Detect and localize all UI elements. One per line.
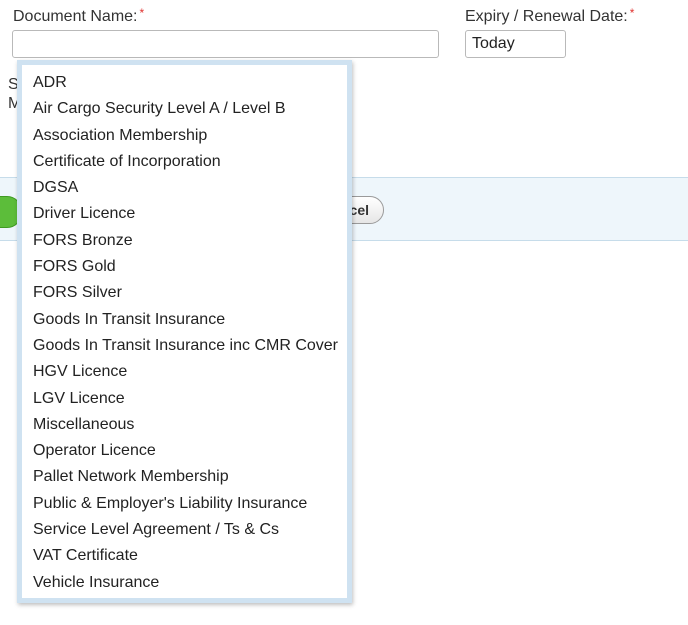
dropdown-option[interactable]: Operator Licence [22,438,347,464]
dropdown-option[interactable]: Certificate of Incorporation [22,149,347,175]
dropdown-option[interactable]: DGSA [22,175,347,201]
dropdown-option[interactable]: FORS Silver [22,280,347,306]
document-type-options: ADR Air Cargo Security Level A / Level B… [22,65,347,596]
dropdown-option[interactable]: FORS Bronze [22,228,347,254]
expiry-date-label-text: Expiry / Renewal Date: [465,8,628,25]
document-type-dropdown[interactable]: ADR Air Cargo Security Level A / Level B… [17,60,352,603]
document-name-label-text: Document Name: [13,8,138,25]
dropdown-option[interactable]: ADR [22,70,347,96]
dropdown-option[interactable]: Pallet Network Membership [22,464,347,490]
dropdown-option[interactable]: FORS Gold [22,254,347,280]
dropdown-option[interactable]: Vehicle Insurance [22,570,347,596]
required-indicator: * [629,6,635,20]
dropdown-option[interactable]: Goods In Transit Insurance [22,307,347,333]
dropdown-option[interactable]: LGV Licence [22,386,347,412]
document-name-label: Document Name: * [13,6,145,26]
dropdown-option[interactable]: Miscellaneous [22,412,347,438]
required-indicator: * [139,6,145,20]
dropdown-option[interactable]: Public & Employer's Liability Insurance [22,491,347,517]
expiry-date-label: Expiry / Renewal Date: * [465,6,635,26]
dropdown-option[interactable]: HGV Licence [22,359,347,385]
cancel-button-label: cel [349,202,369,218]
dropdown-option[interactable]: Goods In Transit Insurance inc CMR Cover [22,333,347,359]
dropdown-option[interactable]: Air Cargo Security Level A / Level B [22,96,347,122]
document-name-input[interactable] [12,30,439,58]
dropdown-option[interactable]: Service Level Agreement / Ts & Cs [22,517,347,543]
expiry-date-input[interactable] [465,30,566,58]
dropdown-option[interactable]: Association Membership [22,123,347,149]
dropdown-option[interactable]: VAT Certificate [22,543,347,569]
dropdown-option[interactable]: Driver Licence [22,201,347,227]
